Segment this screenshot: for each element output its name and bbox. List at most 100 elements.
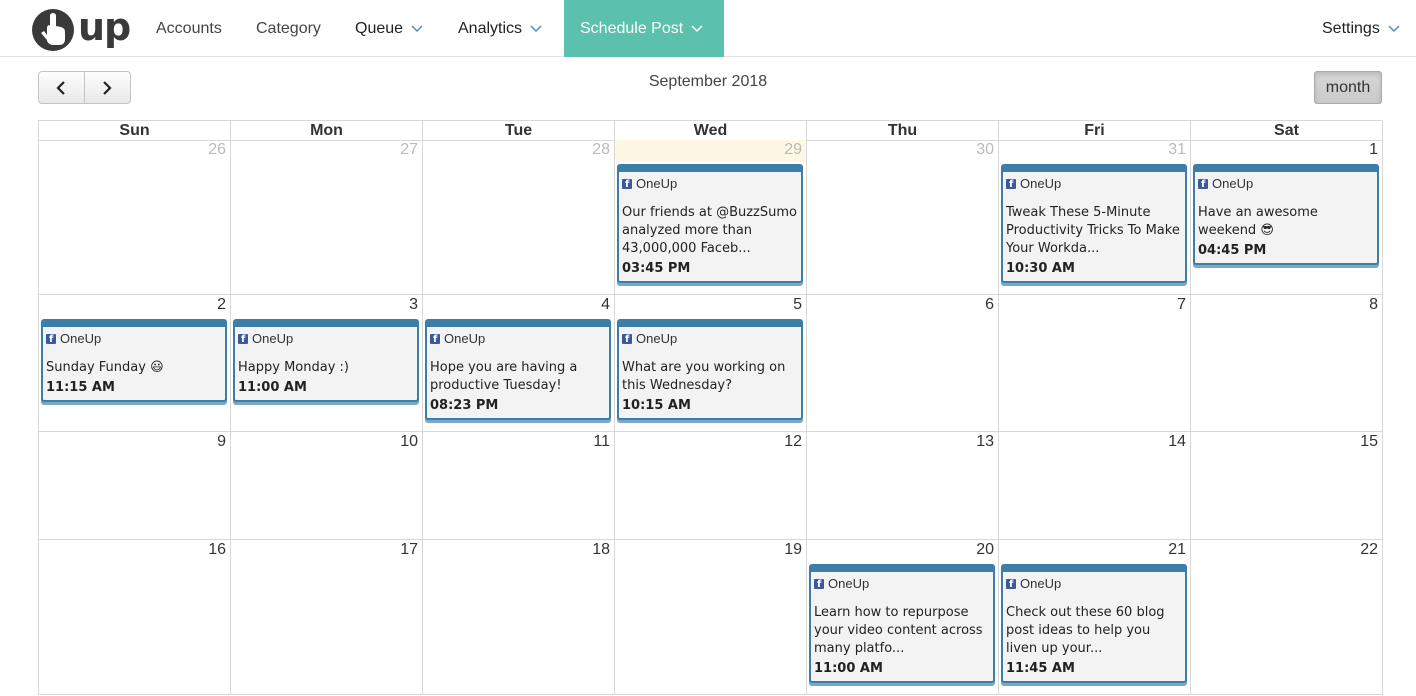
chevron-down-icon bbox=[691, 25, 703, 32]
weekday-thu: Thu bbox=[807, 121, 999, 141]
post-time: 03:45 PM bbox=[622, 261, 691, 276]
scheduled-post-card[interactable]: OneUp Learn how to repurpose your video c… bbox=[809, 564, 995, 683]
day-number-strip bbox=[231, 295, 422, 317]
day-cell[interactable]: 29 OneUp Our friends at @BuzzSumo analyzed… bbox=[615, 140, 807, 295]
day-cell[interactable]: 17 bbox=[231, 540, 423, 695]
day-cell[interactable]: 30 bbox=[807, 140, 999, 295]
day-number-strip bbox=[231, 140, 422, 162]
post-account: OneUp bbox=[1006, 176, 1182, 193]
day-number-strip bbox=[615, 540, 806, 562]
scheduled-post-card[interactable]: OneUp Check out these 60 blog post ideas … bbox=[1001, 564, 1187, 683]
day-cell[interactable]: 26 bbox=[39, 140, 231, 295]
day-cell[interactable]: 12 bbox=[615, 432, 807, 540]
day-cell[interactable]: 31 OneUp Tweak These 5-Minute Productivity… bbox=[999, 140, 1191, 295]
post-account-name: OneUp bbox=[444, 331, 486, 346]
post-account: OneUp bbox=[1006, 576, 1182, 593]
post-time: 11:00 AM bbox=[814, 661, 883, 676]
day-number: 7 bbox=[1177, 296, 1186, 313]
chevron-down-icon bbox=[411, 25, 423, 32]
day-cell[interactable]: 11 bbox=[423, 432, 615, 540]
post-text: Our friends at @BuzzSumo analyzed more t… bbox=[622, 205, 797, 256]
day-cell[interactable]: 15 bbox=[1191, 432, 1383, 540]
calendar-title: September 2018 bbox=[648, 73, 768, 90]
day-number-strip bbox=[615, 140, 806, 162]
day-number-strip bbox=[1191, 432, 1382, 454]
nav-schedule-post-label: Schedule Post bbox=[580, 20, 684, 37]
day-cell[interactable]: 5 OneUp What are you working on this Wedne… bbox=[615, 295, 807, 432]
post-text: Check out these 60 blog post ideas to he… bbox=[1006, 605, 1165, 656]
day-cell[interactable]: 9 bbox=[39, 432, 231, 540]
nav-category[interactable]: Category bbox=[256, 0, 321, 57]
day-cell[interactable]: 28 bbox=[423, 140, 615, 295]
day-number-strip bbox=[39, 432, 230, 454]
post-text: Sunday Funday 😃 bbox=[46, 360, 164, 375]
scheduled-post-card[interactable]: OneUp Have an awesome weekend 😎 04:45 PM bbox=[1193, 164, 1379, 265]
day-cell[interactable]: 19 bbox=[615, 540, 807, 695]
day-cell[interactable]: 18 bbox=[423, 540, 615, 695]
post-text: Tweak These 5-Minute Productivity Tricks… bbox=[1006, 205, 1180, 256]
nav-settings[interactable]: Settings bbox=[1322, 0, 1400, 57]
weekday-header: Sun Mon Tue Wed Thu Fri Sat bbox=[38, 120, 1383, 141]
facebook-icon bbox=[1198, 177, 1208, 193]
day-cell[interactable]: 6 bbox=[807, 295, 999, 432]
day-number-strip bbox=[999, 140, 1190, 162]
scheduled-post-card[interactable]: OneUp Sunday Funday 😃 11:15 AM bbox=[41, 319, 227, 402]
oneup-logo[interactable]: up bbox=[32, 5, 131, 51]
scheduled-post-card[interactable]: OneUp Happy Monday :) 11:00 AM bbox=[233, 319, 419, 402]
day-cell[interactable]: 3 OneUp Happy Monday :) 11:00 AM bbox=[231, 295, 423, 432]
facebook-icon bbox=[622, 177, 632, 193]
day-number: 15 bbox=[1360, 433, 1378, 450]
day-number-strip bbox=[999, 432, 1190, 454]
day-cell[interactable]: 10 bbox=[231, 432, 423, 540]
day-cell[interactable]: 7 bbox=[999, 295, 1191, 432]
day-number-strip bbox=[39, 295, 230, 317]
day-number-strip bbox=[807, 432, 998, 454]
day-number-strip bbox=[615, 295, 806, 317]
nav-accounts[interactable]: Accounts bbox=[156, 0, 222, 57]
day-cell[interactable]: 8 bbox=[1191, 295, 1383, 432]
day-number-strip bbox=[423, 140, 614, 162]
day-cell[interactable]: 14 bbox=[999, 432, 1191, 540]
day-number: 28 bbox=[592, 141, 610, 158]
nav-queue[interactable]: Queue bbox=[355, 0, 423, 57]
month-view-button[interactable]: month bbox=[1314, 71, 1382, 104]
day-number-strip bbox=[807, 295, 998, 317]
post-account: OneUp bbox=[430, 331, 606, 348]
day-cell[interactable]: 13 bbox=[807, 432, 999, 540]
post-time: 11:45 AM bbox=[1006, 661, 1075, 676]
post-text: Have an awesome weekend 😎 bbox=[1198, 205, 1318, 238]
post-text: Hope you are having a productive Tuesday… bbox=[430, 360, 578, 393]
day-cell[interactable]: 4 OneUp Hope you are having a productive T… bbox=[423, 295, 615, 432]
day-cell[interactable]: 2 OneUp Sunday Funday 😃 11:15 AM bbox=[39, 295, 231, 432]
day-cell[interactable]: 22 bbox=[1191, 540, 1383, 695]
weekday-tue: Tue bbox=[423, 121, 615, 141]
post-account: OneUp bbox=[46, 331, 222, 348]
day-cell[interactable]: 27 bbox=[231, 140, 423, 295]
post-time: 08:23 PM bbox=[430, 398, 499, 413]
scheduled-post-card[interactable]: OneUp Hope you are having a productive Tu… bbox=[425, 319, 611, 420]
day-number: 27 bbox=[400, 141, 418, 158]
scheduled-post-card[interactable]: OneUp What are you working on this Wednes… bbox=[617, 319, 803, 420]
weekday-sat: Sat bbox=[1191, 121, 1383, 141]
day-number: 4 bbox=[601, 296, 610, 313]
day-cell[interactable]: 20 OneUp Learn how to repurpose your video… bbox=[807, 540, 999, 695]
post-time: 04:45 PM bbox=[1198, 243, 1267, 258]
nav-analytics[interactable]: Analytics bbox=[458, 0, 542, 57]
day-number: 29 bbox=[784, 141, 802, 158]
post-account-name: OneUp bbox=[1020, 576, 1062, 591]
day-cell[interactable]: 16 bbox=[39, 540, 231, 695]
day-number-strip bbox=[999, 540, 1190, 562]
day-cell[interactable]: 1 OneUp Have an awesome weekend 😎 04:45 PM bbox=[1191, 140, 1383, 295]
nav-schedule-post[interactable]: Schedule Post bbox=[564, 0, 724, 57]
scheduled-post-card[interactable]: OneUp Tweak These 5-Minute Productivity T… bbox=[1001, 164, 1187, 283]
day-number: 2 bbox=[217, 296, 226, 313]
calendar-week: 2 OneUp Sunday Funday 😃 11:15 AM 3 OneUp Happy… bbox=[38, 295, 1383, 432]
day-cell[interactable]: 21 OneUp Check out these 60 blog post idea… bbox=[999, 540, 1191, 695]
day-number: 12 bbox=[784, 433, 802, 450]
day-number: 21 bbox=[1168, 541, 1186, 558]
nav-analytics-label: Analytics bbox=[458, 20, 523, 37]
post-account-name: OneUp bbox=[60, 331, 102, 346]
day-number: 8 bbox=[1369, 296, 1378, 313]
scheduled-post-card[interactable]: OneUp Our friends at @BuzzSumo analyzed m… bbox=[617, 164, 803, 283]
post-account-name: OneUp bbox=[252, 331, 294, 346]
